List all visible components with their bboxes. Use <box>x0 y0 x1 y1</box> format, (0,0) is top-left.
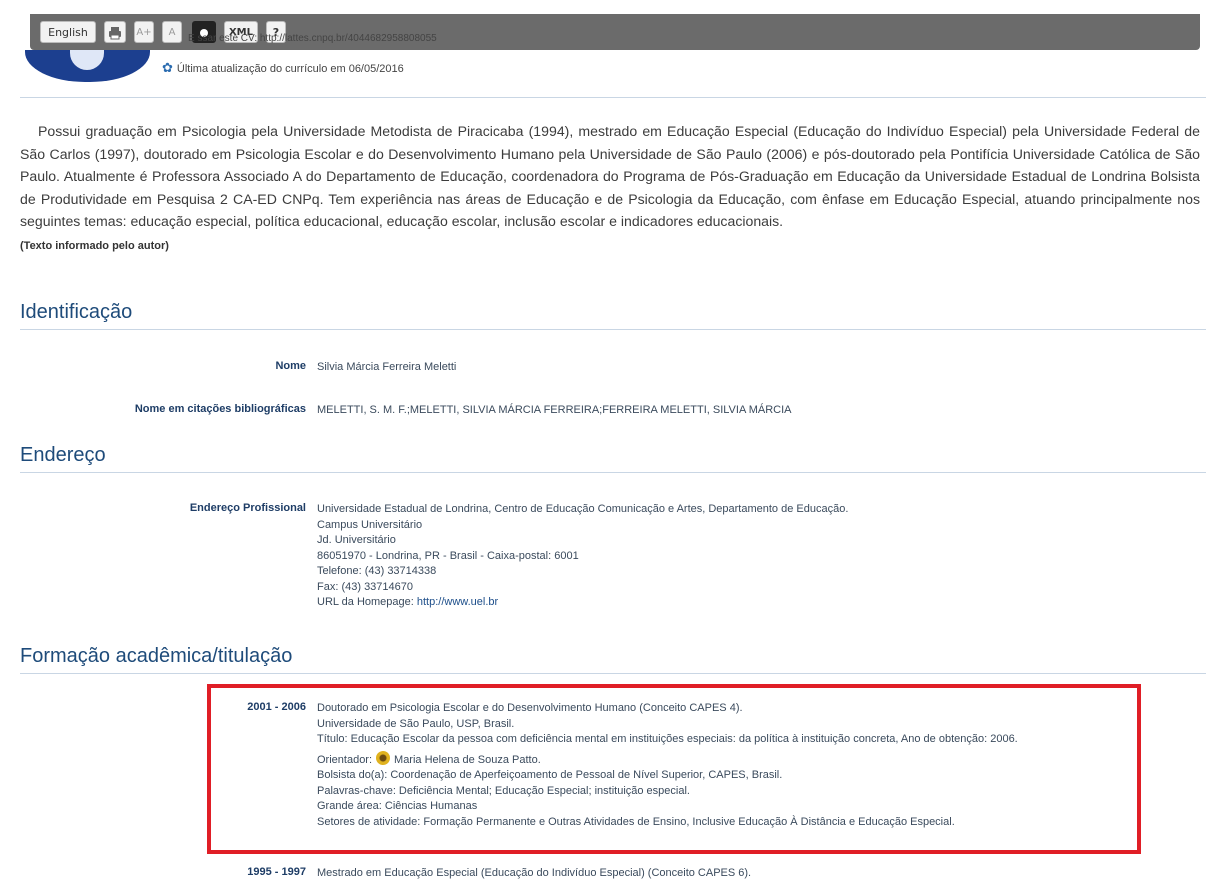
formacao-line: Título: Educação Escolar da pessoa com d… <box>317 733 1018 745</box>
orientador-line: Orientador: Maria Helena de Souza Patto. <box>317 750 1018 769</box>
homepage-link[interactable]: http://www.uel.br <box>417 596 498 608</box>
address-line: Universidade Estadual de Londrina, Centr… <box>317 503 849 515</box>
cv-url-text: E ssar este CV: http://lattes.cnpq.br/40… <box>188 33 437 44</box>
orientador-label: Orientador: <box>317 753 373 766</box>
label-citacoes: Nome em citações bibliográficas <box>134 403 306 415</box>
formacao-line: Grande área: Ciências Humanas <box>317 800 478 812</box>
profile-avatar <box>25 50 150 82</box>
summary-note: (Texto informado pelo autor) <box>20 240 169 252</box>
section-divider <box>20 329 1206 330</box>
formacao-line: Palavras-chave: Deficiência Mental; Educ… <box>317 784 690 797</box>
last-update-text: Última atualização do currículo em 06/05… <box>176 63 404 75</box>
formacao-line: Doutorado em Psicologia Escolar e do Des… <box>317 702 743 714</box>
value-citacoes: MELETTI, S. M. F.;MELETTI, SILVIA MÁRCIA… <box>317 404 792 416</box>
value-mestrado: Mestrado em Educação Especial (Educação … <box>317 866 751 882</box>
address-line: Campus Universitário <box>317 518 423 531</box>
address-line: Telefone: (43) 33714338 <box>317 565 437 577</box>
increase-font-button[interactable]: A+ <box>134 21 154 43</box>
default-font-button[interactable]: A <box>162 21 182 43</box>
label-years-doutorado: 2001 - 2006 <box>247 701 306 713</box>
section-divider <box>20 673 1206 674</box>
label-endereco-profissional: Endereço Profissional <box>189 502 306 514</box>
print-icon[interactable] <box>104 21 126 43</box>
gear-icon: ✿ <box>162 60 173 75</box>
top-toolbar: English A+ A XML ? <box>30 14 1200 50</box>
formacao-line: Universidade de São Paulo, USP, Brasil. <box>317 717 515 730</box>
formacao-line: Mestrado em Educação Especial (Educação … <box>317 867 752 879</box>
address-line: 86051970 - Londrina, PR - Brasil - Caixa… <box>317 549 579 562</box>
last-update: ✿ Última atualização do currículo em 06/0… <box>162 60 404 76</box>
homepage-line: URL da Homepage: http://www.uel.br <box>317 595 848 611</box>
formacao-line: Setores de atividade: Formação Permanent… <box>317 815 955 828</box>
homepage-label: URL da Homepage: <box>317 596 417 608</box>
formacao-line: Bolsista do(a): Coordenação de Aperfeiço… <box>317 769 783 781</box>
value-doutorado: Doutorado em Psicologia Escolar e do Des… <box>317 701 1018 830</box>
summary-text: Possui graduação em Psicologia pela Univ… <box>20 123 1200 229</box>
orientador-name: Maria Helena de Souza Patto. <box>394 753 541 766</box>
divider <box>20 97 1206 98</box>
label-years-mestrado: 1995 - 1997 <box>247 866 306 878</box>
section-title-identificacao: Identificação <box>20 301 133 323</box>
address-line: Fax: (43) 33714670 <box>317 580 414 593</box>
value-nome: Silvia Márcia Ferreira Meletti <box>317 361 457 373</box>
label-nome: Nome <box>275 360 306 372</box>
english-button[interactable]: English <box>40 21 96 43</box>
lattes-cv-icon[interactable] <box>376 750 391 765</box>
section-title-endereco: Endereço <box>20 444 106 466</box>
section-title-formacao: Formação acadêmica/titulação <box>20 645 293 667</box>
address-line: Jd. Universitário <box>317 534 396 546</box>
value-endereco-profissional: Universidade Estadual de Londrina, Centr… <box>317 502 848 611</box>
section-divider <box>20 472 1206 473</box>
